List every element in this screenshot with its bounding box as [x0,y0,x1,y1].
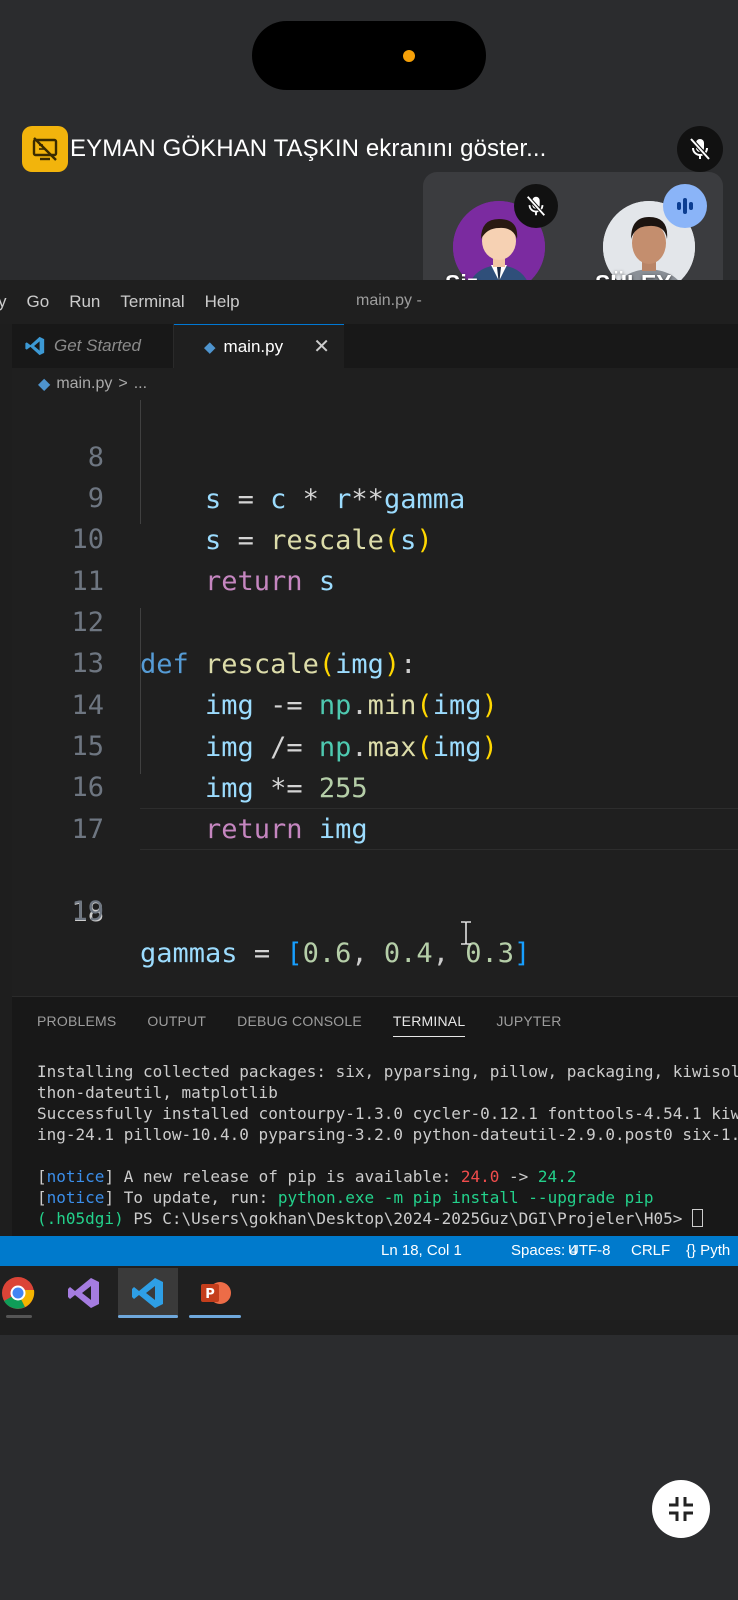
menu-item-go[interactable]: Go [27,292,50,312]
status-eol[interactable]: CRLF [631,1242,670,1259]
mic-off-icon [689,137,711,161]
bottom-panel: PROBLEMS OUTPUT DEBUG CONSOLE TERMINAL J… [12,996,738,1236]
python-file-icon: ◆ [204,338,216,356]
breadcrumb-file[interactable]: main.py [56,375,112,393]
status-cursor-position[interactable]: Ln 18, Col 1 [381,1242,462,1259]
current-line-highlight [140,808,738,850]
camera-notch [252,21,486,90]
code-line: 10 return s [71,524,336,597]
tab-jupyter[interactable]: JUPYTER [496,1013,561,1037]
code-line: 19 gammas = [0.6, 0.4, 0.3] [71,896,531,969]
tab-label: Get Started [54,336,141,355]
breadcrumb-separator: > [118,375,128,392]
vscode-icon [25,336,45,356]
tab-output[interactable]: OUTPUT [147,1013,206,1037]
tab-label: main.py [223,336,284,356]
close-tab-icon[interactable]: ✕ [313,334,330,359]
visual-studio-icon[interactable] [54,1268,114,1318]
status-bar: Ln 18, Col 1 Spaces: 4 UTF-8 CRLF {} Pyt… [0,1236,738,1266]
menu-item-help[interactable]: Help [205,292,240,312]
tab-main-py[interactable]: ◆ main.py ✕ [174,324,344,368]
code-line: 9 s = rescale(s) [87,483,433,556]
audio-level-icon [677,198,693,214]
screen-share-icon [22,126,68,172]
menu-item-run[interactable]: Run [69,292,100,312]
code-line: 17 [71,814,104,845]
window-title: main.py - [356,292,422,309]
menu-item-terminal[interactable]: Terminal [120,292,184,312]
code-line: 12 def rescale(img): [71,607,417,680]
editor-tab-bar: Get Started ◆ main.py ✕ [12,324,738,368]
svg-text:P: P [205,1287,215,1302]
text-cursor-icon [461,921,471,945]
code-line: 13 img -= np.min(img) [71,648,498,721]
windows-taskbar: P [0,1266,738,1320]
collapse-icon [669,1497,693,1521]
terminal-cursor [692,1209,704,1227]
chrome-icon[interactable] [0,1268,48,1318]
panel-tabs: PROBLEMS OUTPUT DEBUG CONSOLE TERMINAL J… [37,1013,593,1037]
tab-terminal[interactable]: TERMINAL [392,1013,466,1037]
python-file-icon: ◆ [38,376,51,393]
participant-speaking-badge [663,184,707,228]
current-code-line: 18 [12,808,738,928]
mic-off-icon [526,195,546,217]
status-encoding[interactable]: UTF-8 [568,1242,611,1259]
menu-item-view[interactable]: y [0,292,7,312]
breadcrumb-rest[interactable]: ... [134,375,147,393]
exit-fullscreen-button[interactable] [652,1480,710,1538]
terminal-output[interactable]: Installing collected packages: six, pypa… [37,1061,738,1229]
code-line: 11 [71,566,104,597]
tab-problems[interactable]: PROBLEMS [37,1013,116,1037]
code-line: 8 s = c * r**gamma [87,442,466,515]
mic-off-button[interactable] [677,126,723,172]
code-line: 15 img *= 255 [71,731,368,804]
code-editor[interactable]: 8 s = c * r**gamma 9 s = rescale(s) 10 r… [12,400,738,996]
powerpoint-icon[interactable]: P [185,1268,245,1318]
tab-get-started[interactable]: Get Started [12,324,174,368]
vscode-icon[interactable] [118,1268,178,1318]
status-language[interactable]: {} Pyth [686,1242,730,1259]
tab-debug-console[interactable]: DEBUG CONSOLE [237,1013,362,1037]
camera-indicator-dot [403,50,415,62]
screen-share-text: EYMAN GÖKHAN TAŞKIN ekranını göster... [70,135,547,162]
shared-screen-vscode: y Go Run Terminal Help main.py - Get Sta… [0,280,738,1335]
screen-share-banner[interactable]: EYMAN GÖKHAN TAŞKIN ekranını göster... [22,126,546,172]
code-line: 14 img /= np.max(img) [71,690,498,763]
code-line: 16 return img [71,772,368,845]
self-mic-muted-badge [514,184,558,228]
